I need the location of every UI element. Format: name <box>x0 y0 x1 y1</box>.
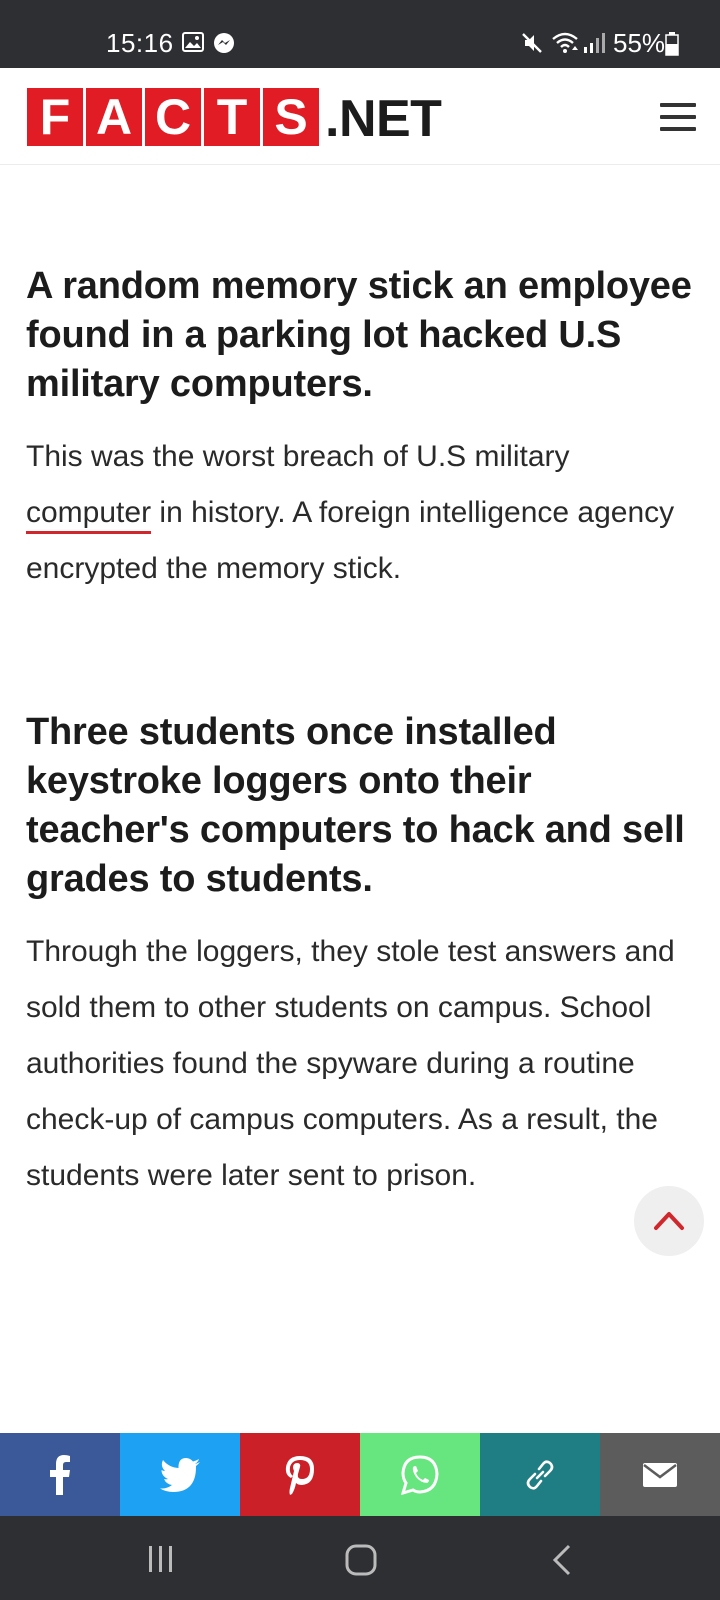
site-header: F A C T S .NET <box>0 68 720 165</box>
home-icon[interactable] <box>345 1544 377 1576</box>
fact-title: A random memory stick an employee found … <box>26 265 692 405</box>
chevron-up-icon <box>654 1212 684 1230</box>
share-twitter-button[interactable] <box>120 1433 240 1516</box>
fact-title: Three students once installed keystroke … <box>26 711 685 900</box>
battery-icon <box>665 32 679 56</box>
facebook-icon <box>50 1454 70 1495</box>
twitter-icon <box>160 1457 200 1492</box>
whatsapp-icon <box>400 1454 439 1495</box>
logo-tiles: F A C T S <box>27 87 319 146</box>
fact-body: This was the worst breach of U.S militar… <box>26 429 696 597</box>
logo-letter: S <box>263 87 319 146</box>
share-whatsapp-button[interactable] <box>360 1433 480 1516</box>
share-bar <box>0 1433 720 1516</box>
copy-link-button[interactable] <box>480 1433 600 1516</box>
logo-letter: A <box>86 87 142 146</box>
link-icon <box>526 1459 554 1490</box>
gallery-icon <box>182 32 204 52</box>
system-nav-bar <box>0 1516 720 1600</box>
share-pinterest-button[interactable] <box>240 1433 360 1516</box>
fact-body-text: This was the worst breach of U.S militar… <box>26 440 570 473</box>
logo-letter: C <box>145 87 201 146</box>
signal-icon <box>584 33 605 53</box>
battery-percentage: 55% <box>613 28 666 58</box>
share-email-button[interactable] <box>600 1433 720 1516</box>
fact-item: Three students once installed keystroke … <box>26 708 698 1204</box>
fact-body: Through the loggers, they stole test ans… <box>26 935 675 1192</box>
fact-item: A random memory stick an employee found … <box>26 262 696 597</box>
logo-suffix: .NET <box>325 89 442 148</box>
wifi-icon <box>552 32 578 53</box>
mute-icon <box>522 33 542 53</box>
mail-icon <box>643 1462 677 1487</box>
status-bar: 15:16 55% <box>0 0 720 68</box>
logo-letter: F <box>27 87 83 146</box>
computer-link[interactable]: computer <box>26 496 152 534</box>
logo-letter: T <box>204 87 260 146</box>
back-icon[interactable] <box>551 1544 573 1576</box>
pinterest-icon <box>285 1455 314 1495</box>
hamburger-menu-icon[interactable] <box>660 101 698 133</box>
back-to-top-button[interactable] <box>634 1186 704 1256</box>
facts-net-logo[interactable]: F A C T S .NET <box>27 87 442 148</box>
recent-apps-icon[interactable] <box>147 1544 175 1574</box>
messenger-icon <box>214 33 234 53</box>
share-facebook-button[interactable] <box>0 1433 120 1516</box>
status-time: 15:16 <box>106 28 174 58</box>
